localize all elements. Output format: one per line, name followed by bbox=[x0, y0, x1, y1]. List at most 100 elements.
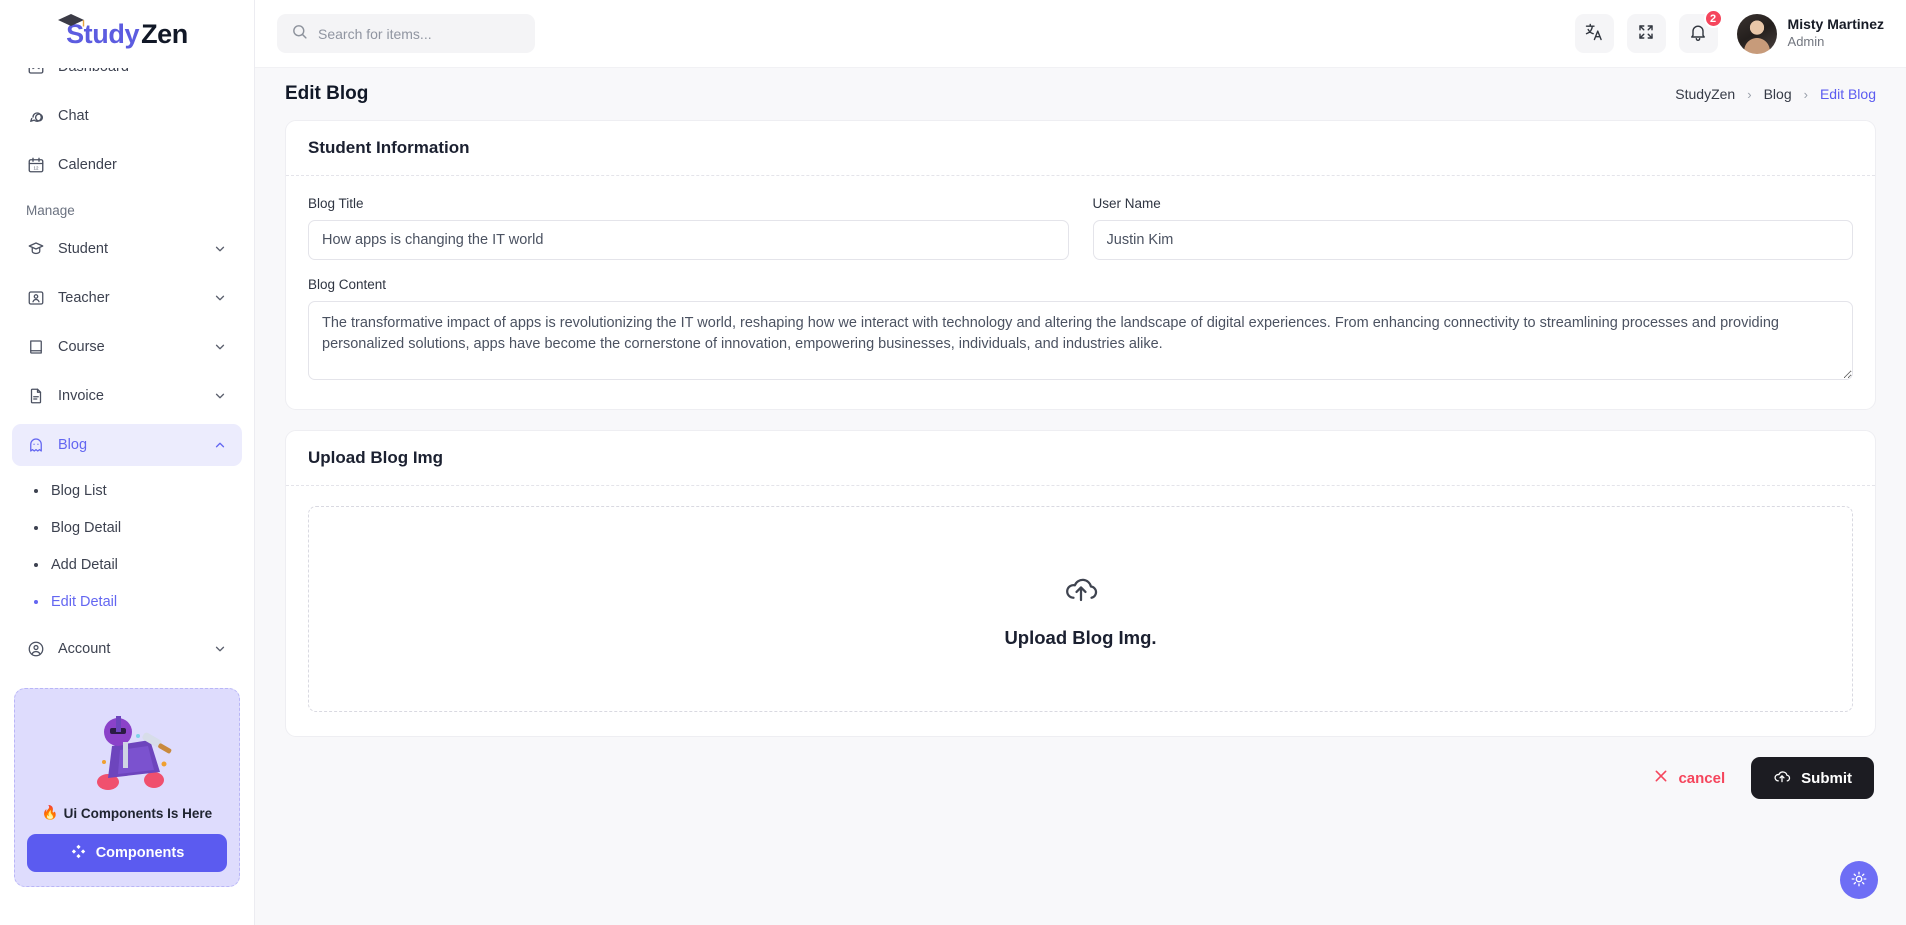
promo-illustration bbox=[27, 705, 227, 799]
user-name-input[interactable] bbox=[1092, 220, 1853, 260]
sidebar-item-label: Blog bbox=[58, 437, 88, 453]
breadcrumb-item-studyzen[interactable]: StudyZen bbox=[1675, 86, 1735, 102]
search-input[interactable] bbox=[318, 25, 521, 42]
components-button[interactable]: Components bbox=[27, 834, 227, 872]
dashboard-icon bbox=[26, 68, 45, 77]
user-menu[interactable]: Misty Martinez Admin bbox=[1736, 13, 1884, 54]
ghost-icon bbox=[26, 436, 45, 455]
teacher-board-icon bbox=[26, 289, 45, 308]
sidebar-item-account[interactable]: Account bbox=[12, 628, 242, 670]
bell-icon bbox=[1688, 22, 1708, 45]
form-row: Blog Title User Name bbox=[308, 196, 1853, 260]
chevron-down-icon bbox=[212, 388, 228, 404]
upload-blog-img-body: Upload Blog Img. bbox=[286, 486, 1875, 736]
student-information-card: Student Information Blog Title User Name… bbox=[285, 120, 1876, 410]
sidebar-subitem-label: Blog Detail bbox=[51, 520, 122, 536]
breadcrumb-separator-icon: › bbox=[1747, 86, 1752, 102]
user-role: Admin bbox=[1787, 33, 1825, 49]
bullet-icon bbox=[34, 526, 38, 530]
sidebar-item-label: Account bbox=[58, 641, 111, 657]
close-icon bbox=[1653, 768, 1669, 788]
cancel-button-label: cancel bbox=[1678, 769, 1726, 787]
sidebar-subitem-edit-detail[interactable]: Edit Detail bbox=[12, 584, 242, 620]
translate-button[interactable] bbox=[1574, 14, 1614, 53]
components-icon bbox=[70, 843, 87, 864]
user-info: Misty Martinez Admin bbox=[1788, 16, 1884, 50]
chevron-down-icon bbox=[212, 241, 228, 257]
blog-title-field: Blog Title bbox=[308, 196, 1069, 260]
bullet-icon bbox=[34, 489, 38, 493]
cloud-upload-icon bbox=[1063, 570, 1099, 611]
chat-icon bbox=[26, 107, 45, 126]
image-dropzone[interactable]: Upload Blog Img. bbox=[308, 506, 1853, 712]
sidebar-subitem-add-detail[interactable]: Add Detail bbox=[12, 547, 242, 583]
student-information-heading: Student Information bbox=[286, 121, 1875, 176]
chevron-down-icon bbox=[212, 290, 228, 306]
translate-icon bbox=[1584, 22, 1604, 45]
submit-button-label: Submit bbox=[1801, 769, 1852, 787]
sidebar-item-calender[interactable]: 12 Calender bbox=[12, 144, 242, 186]
sidebar-subitem-blog-list[interactable]: Blog List bbox=[12, 473, 242, 509]
sidebar-item-label: Chat bbox=[58, 108, 89, 124]
submit-button[interactable]: Submit bbox=[1751, 757, 1874, 799]
sidebar-item-label: Calender bbox=[58, 157, 117, 173]
fire-icon: 🔥 bbox=[41, 805, 59, 820]
blog-content-textarea[interactable]: The transformative impact of apps is rev… bbox=[308, 301, 1853, 380]
fullscreen-button[interactable] bbox=[1626, 14, 1666, 53]
sidebar-item-teacher[interactable]: Teacher bbox=[12, 277, 242, 319]
logo-text-secondary: Zen bbox=[141, 18, 188, 49]
blog-title-input[interactable] bbox=[308, 220, 1069, 260]
promo-card: 🔥 Ui Components Is Here Components bbox=[14, 688, 240, 887]
page-title: Edit Blog bbox=[285, 83, 369, 104]
search-icon bbox=[291, 23, 308, 45]
chevron-down-icon bbox=[212, 339, 228, 355]
top-bar-actions: 2 Misty Martinez Admin bbox=[1574, 9, 1884, 54]
breadcrumb-item-current[interactable]: Edit Blog bbox=[1820, 86, 1876, 102]
calendar-icon: 12 bbox=[26, 156, 45, 175]
upload-blog-img-card: Upload Blog Img Upload Blog Img. bbox=[285, 430, 1876, 737]
bullet-icon bbox=[34, 600, 38, 604]
sidebar-item-dashboard[interactable]: Dashboard bbox=[12, 68, 242, 88]
promo-headline: 🔥 Ui Components Is Here bbox=[27, 805, 227, 821]
chevron-up-icon bbox=[212, 437, 228, 453]
sidebar-item-chat[interactable]: Chat bbox=[12, 95, 242, 137]
main-area: 2 Misty Martinez Admin Edit Blog StudyZe… bbox=[255, 0, 1906, 925]
upload-blog-img-heading: Upload Blog Img bbox=[286, 431, 1875, 486]
avatar bbox=[1736, 13, 1777, 54]
sidebar-item-label: Invoice bbox=[58, 388, 104, 404]
brightness-icon bbox=[1850, 870, 1868, 891]
page-content: Student Information Blog Title User Name… bbox=[255, 120, 1906, 925]
sidebar-item-label: Student bbox=[58, 241, 108, 257]
notifications-button[interactable]: 2 bbox=[1678, 9, 1723, 53]
search-container[interactable] bbox=[277, 14, 535, 53]
breadcrumb-item-blog[interactable]: Blog bbox=[1764, 86, 1792, 102]
fullscreen-icon bbox=[1637, 23, 1655, 44]
sidebar-nav-scroll[interactable]: Dashboard Chat 12 Calender Manage bbox=[0, 68, 254, 925]
brand-logo[interactable]: Study Zen bbox=[0, 0, 254, 68]
chevron-down-icon bbox=[212, 641, 228, 657]
sidebar-item-student[interactable]: Student bbox=[12, 228, 242, 270]
sidebar-item-label: Teacher bbox=[58, 290, 110, 306]
form-actions: cancel Submit bbox=[285, 757, 1876, 813]
sidebar-item-blog[interactable]: Blog bbox=[12, 424, 242, 466]
sidebar-item-invoice[interactable]: Invoice bbox=[12, 375, 242, 417]
notification-badge: 2 bbox=[1703, 9, 1723, 28]
promo-headline-text: Ui Components Is Here bbox=[63, 805, 213, 821]
components-button-label: Components bbox=[95, 845, 185, 861]
theme-toggle-button[interactable] bbox=[1840, 861, 1878, 899]
cloud-upload-icon bbox=[1773, 767, 1791, 789]
user-name-field: User Name bbox=[1092, 196, 1853, 260]
sidebar-item-course[interactable]: Course bbox=[12, 326, 242, 368]
user-circle-icon bbox=[26, 640, 45, 659]
student-information-body: Blog Title User Name Blog Content The tr… bbox=[286, 176, 1875, 409]
sidebar-subitem-blog-detail[interactable]: Blog Detail bbox=[12, 510, 242, 546]
sidebar-group-title: Manage bbox=[26, 203, 75, 218]
top-bar: 2 Misty Martinez Admin bbox=[255, 0, 1906, 68]
user-name: Misty Martinez bbox=[1787, 16, 1884, 33]
blog-content-field: Blog Content The transformative impact o… bbox=[308, 277, 1853, 385]
dropzone-label: Upload Blog Img. bbox=[1004, 626, 1157, 648]
cancel-button[interactable]: cancel bbox=[1653, 768, 1725, 788]
bullet-icon bbox=[34, 563, 38, 567]
sidebar-item-label: Dashboard bbox=[58, 68, 228, 75]
sidebar-subitem-label: Edit Detail bbox=[51, 594, 118, 610]
